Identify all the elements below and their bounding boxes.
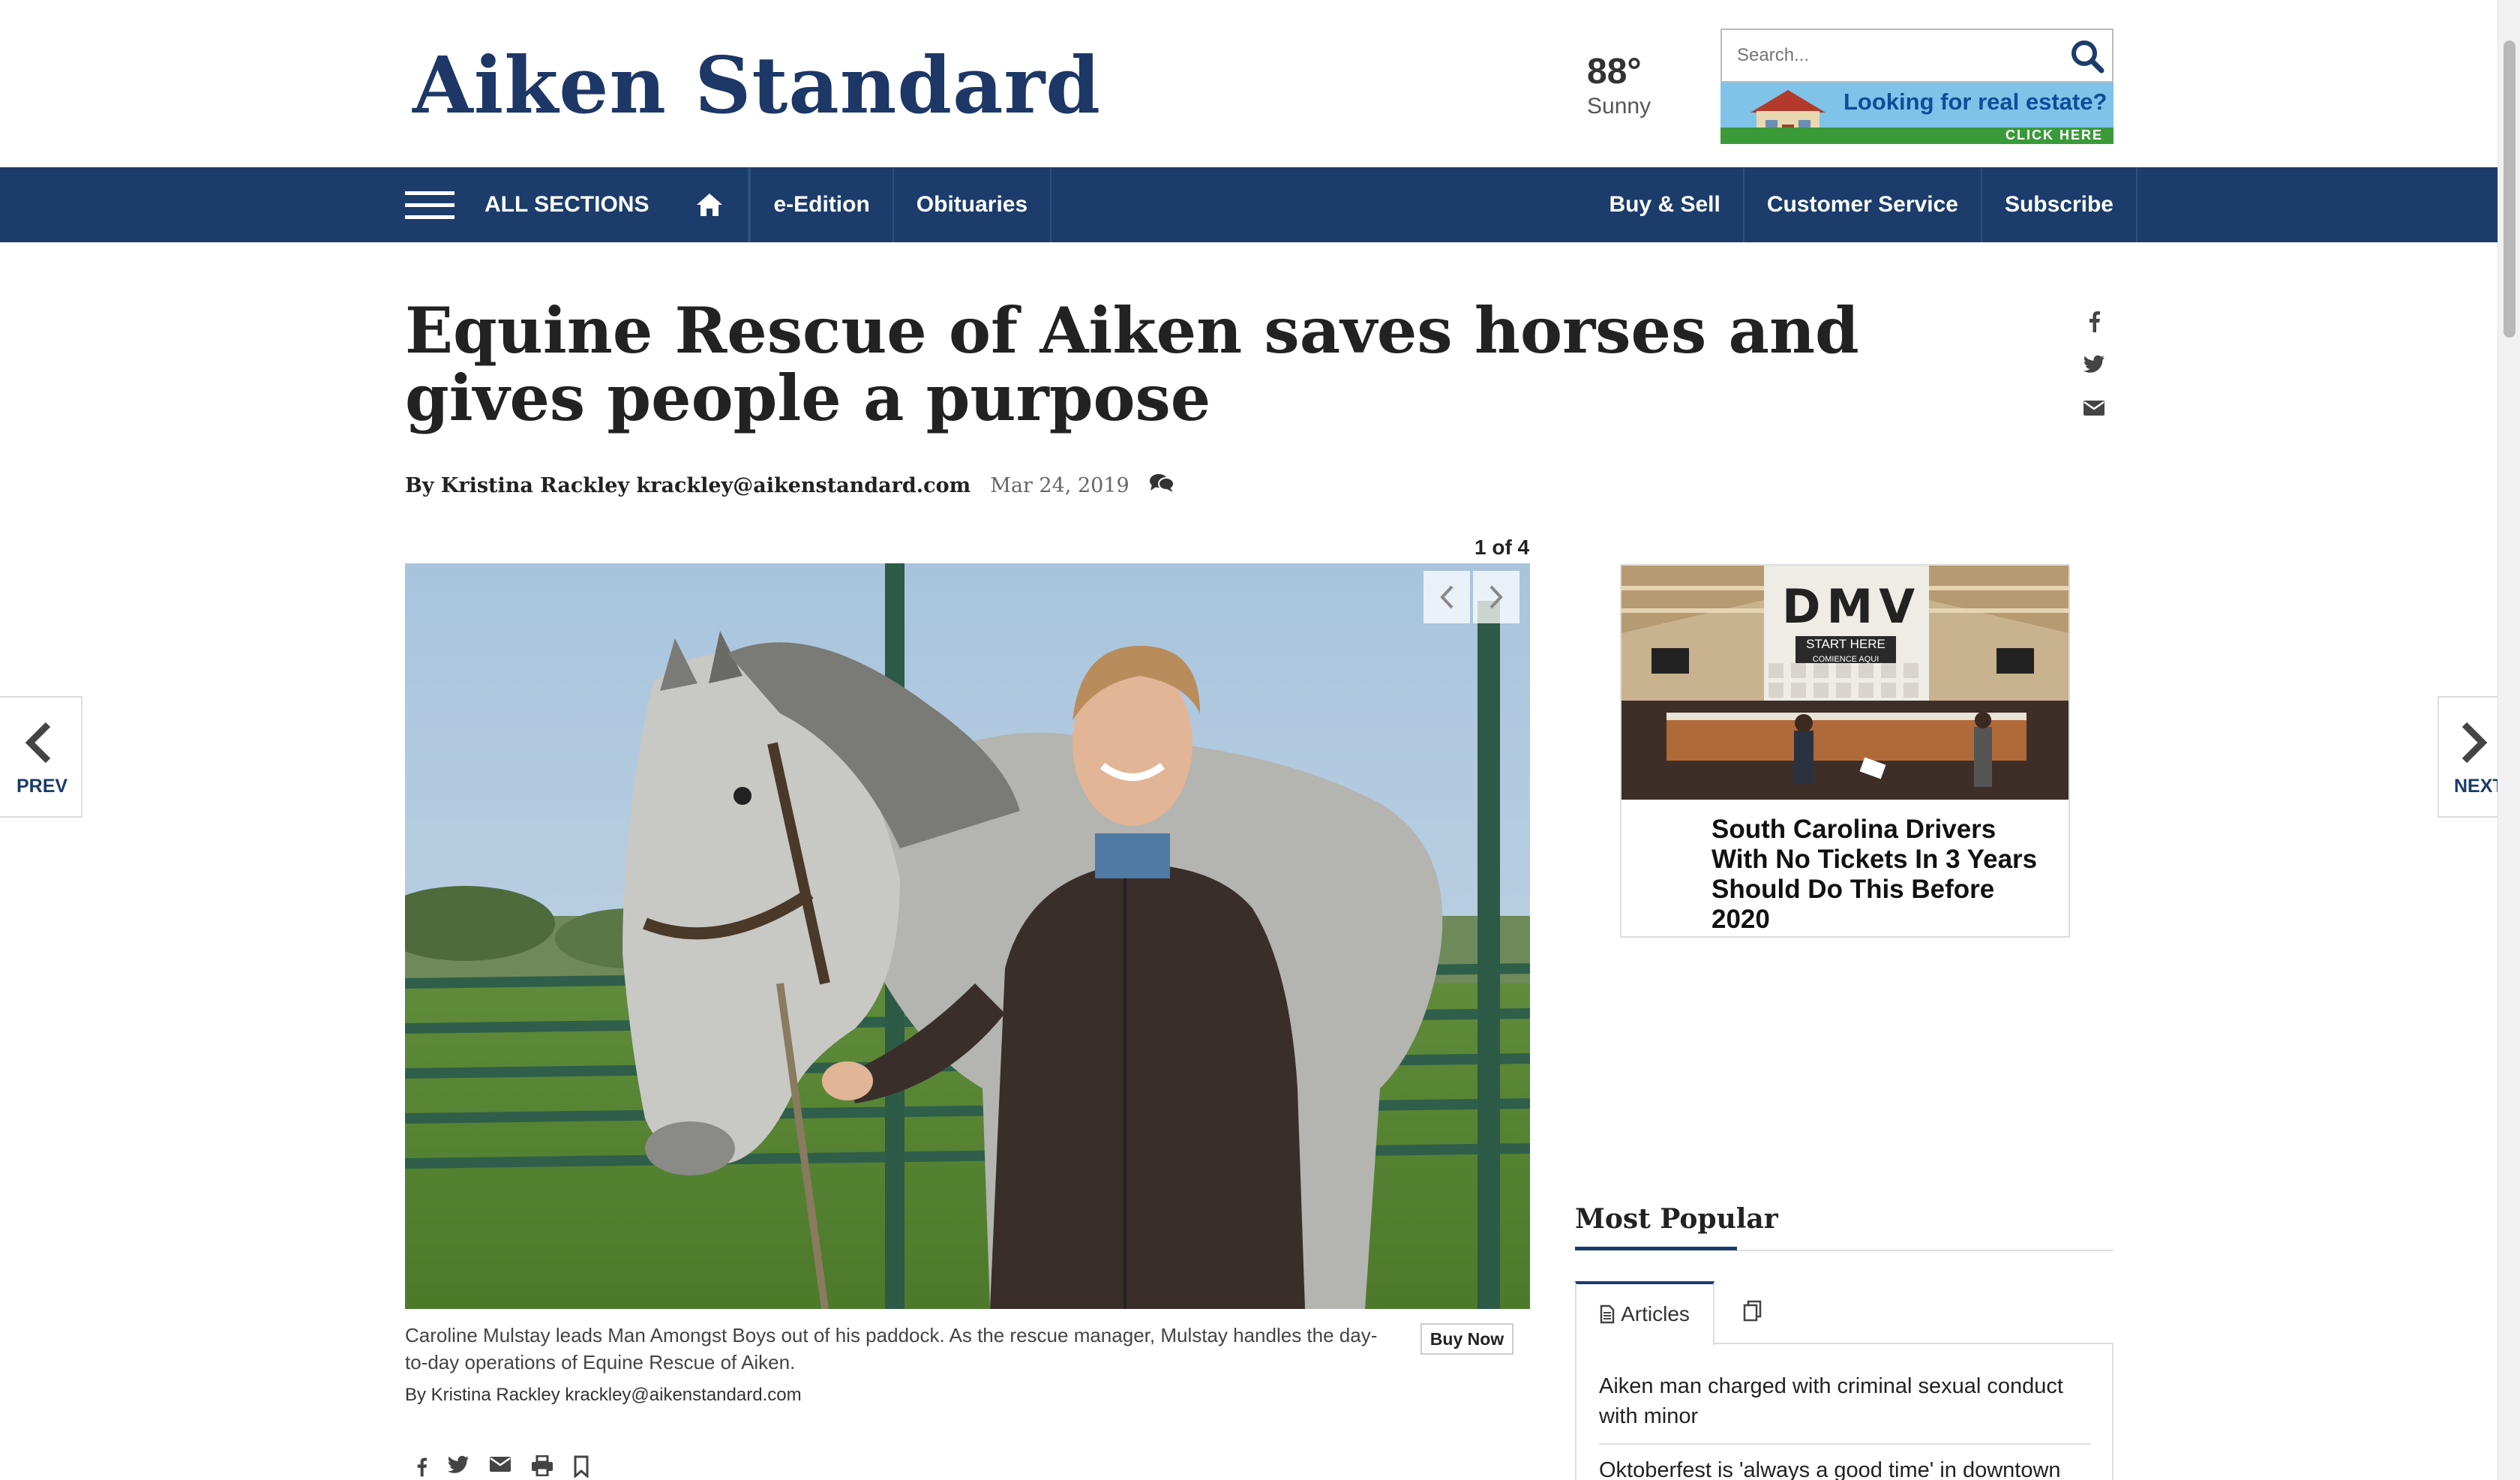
most-popular-tabs: Articles xyxy=(1575,1281,2114,1346)
real-estate-ad-text: Looking for real estate? xyxy=(1844,89,2108,115)
tab-articles-label: Articles xyxy=(1621,1302,1690,1325)
nav-obituaries[interactable]: Obituaries xyxy=(894,167,1052,242)
start-here-text: START HERE xyxy=(1806,637,1886,651)
chevron-left-icon xyxy=(25,722,51,764)
list-item[interactable]: Aiken man charged with criminal sexual c… xyxy=(1599,1371,2091,1445)
author-name[interactable]: By Kristina Rackley krackley@aikenstanda… xyxy=(405,474,970,497)
prev-label: PREV xyxy=(16,776,68,797)
gallery-prev-button[interactable] xyxy=(1424,571,1470,623)
dmv-start-here-sign: START HERE COMIENCE AQUI xyxy=(1796,636,1896,664)
search-box xyxy=(1720,29,2114,83)
byline: By Kristina Rackley krackley@aikenstanda… xyxy=(405,473,1174,499)
dmv-ad-image: DMV START HERE COMIENCE AQUI xyxy=(1622,566,2068,800)
scrollbar-thumb[interactable] xyxy=(2504,41,2516,338)
photo-caption: Caroline Mulstay leads Man Amongst Boys … xyxy=(405,1324,1378,1373)
nav-all-sections[interactable]: ALL SECTIONS xyxy=(484,167,671,242)
tab-articles[interactable]: Articles xyxy=(1575,1281,1714,1346)
nav-subscribe[interactable]: Subscribe xyxy=(1980,167,2138,242)
facebook-icon[interactable] xyxy=(2080,308,2108,335)
nav-buy-sell[interactable]: Buy & Sell xyxy=(1586,167,1742,242)
next-label: NEXT xyxy=(2454,776,2498,797)
print-icon[interactable] xyxy=(531,1454,554,1480)
hamburger-menu-icon[interactable] xyxy=(405,167,454,242)
list-item[interactable]: Oktoberfest is 'always a good time' in d… xyxy=(1599,1455,2091,1480)
dmv-sign-text: DMV xyxy=(1782,579,1922,634)
copy-icon[interactable] xyxy=(1742,1299,1767,1325)
comience-text: COMIENCE AQUI xyxy=(1812,655,1880,664)
chevron-right-icon xyxy=(1490,585,1503,609)
most-popular-list: Aiken man charged with criminal sexual c… xyxy=(1575,1344,2114,1480)
home-icon xyxy=(697,194,723,216)
nav-right: Buy & Sell Customer Service Subscribe xyxy=(1586,167,2138,242)
chevron-right-icon xyxy=(2462,722,2488,764)
buy-now-button[interactable]: Buy Now xyxy=(1420,1323,1514,1355)
weather-condition: Sunny xyxy=(1587,94,1652,119)
twitter-icon[interactable] xyxy=(2080,351,2108,378)
search-icon[interactable] xyxy=(2068,38,2106,75)
share-column xyxy=(2080,308,2108,422)
bookmark-icon[interactable] xyxy=(573,1455,590,1480)
nav-left: ALL SECTIONS e-Edition Obituaries xyxy=(405,167,1052,242)
masthead: Aiken Standard 88° Sunny Looking for rea… xyxy=(0,0,2498,167)
real-estate-ad[interactable]: Looking for real estate? CLICK HERE xyxy=(1720,83,2114,144)
weather-temperature: 88° xyxy=(1587,52,1642,92)
most-popular-heading: Most Popular xyxy=(1575,1203,1778,1235)
dmv-ad[interactable]: DMV START HERE COMIENCE AQUI South Carol… xyxy=(1620,564,2070,938)
publish-date: Mar 24, 2019 xyxy=(990,474,1130,497)
email-icon[interactable] xyxy=(2080,395,2108,422)
most-popular-rule xyxy=(1737,1250,2114,1251)
photo-credit: By Kristina Rackley krackley@aikenstanda… xyxy=(405,1385,802,1405)
search-input[interactable] xyxy=(1722,30,2052,81)
facebook-icon[interactable] xyxy=(416,1455,428,1480)
twitter-icon[interactable] xyxy=(447,1455,470,1480)
nav-home[interactable] xyxy=(671,167,750,242)
nav-customer-service[interactable]: Customer Service xyxy=(1742,167,1981,242)
comment-icon[interactable] xyxy=(1149,473,1174,499)
weather-widget[interactable]: 88° Sunny xyxy=(1587,51,1651,119)
nav-e-edition[interactable]: e-Edition xyxy=(749,167,894,242)
site-logo[interactable]: Aiken Standard xyxy=(412,39,1101,131)
page-scrollbar[interactable] xyxy=(2498,0,2520,1480)
dmv-ad-headline[interactable]: South Carolina Drivers With No Tickets I… xyxy=(1712,815,2056,935)
gallery-counter: 1 of 4 xyxy=(1474,536,1530,559)
email-icon[interactable] xyxy=(489,1455,512,1480)
gallery-next-button[interactable] xyxy=(1473,571,1520,623)
click-here-label: CLICK HERE xyxy=(2005,128,2103,143)
prev-article-button[interactable]: PREV xyxy=(0,696,82,818)
article-photo[interactable] xyxy=(405,563,1530,1309)
article-headline: Equine Rescue of Aiken saves horses and … xyxy=(405,293,1859,435)
next-article-button[interactable]: NEXT xyxy=(2438,696,2498,818)
chevron-left-icon xyxy=(1440,585,1454,609)
bottom-share-bar xyxy=(416,1454,590,1480)
document-icon xyxy=(1600,1304,1615,1324)
main-nav: ALL SECTIONS e-Edition Obituaries Buy & … xyxy=(0,167,2498,242)
most-popular-underline xyxy=(1575,1247,1737,1250)
